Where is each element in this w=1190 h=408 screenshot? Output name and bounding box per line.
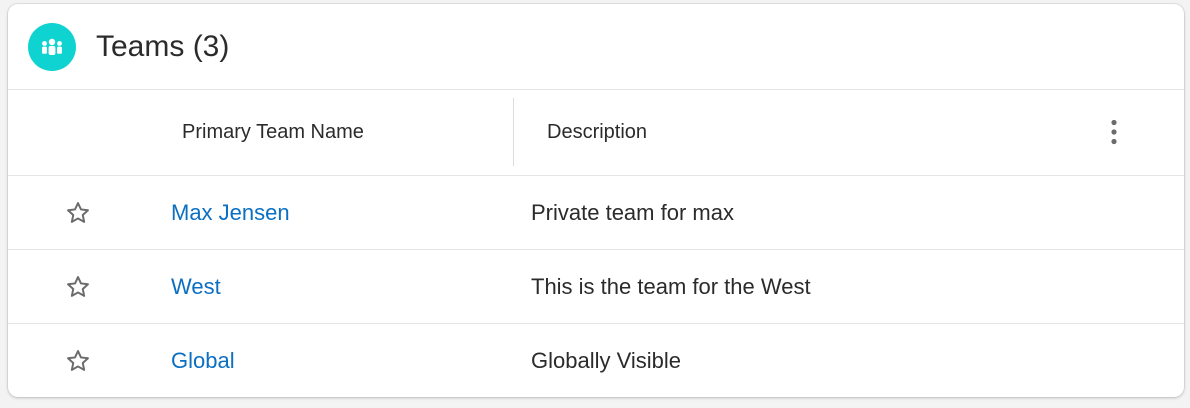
table-row: Global Globally Visible: [8, 324, 1184, 397]
team-description: Globally Visible: [531, 347, 682, 373]
column-header-primary-team-name[interactable]: Primary Team Name: [182, 90, 364, 175]
star-outline-icon[interactable]: [65, 200, 91, 226]
column-divider[interactable]: [513, 98, 514, 166]
team-link[interactable]: Max Jensen: [171, 176, 290, 249]
teams-card: Teams (3) Primary Team Name Description …: [8, 4, 1184, 397]
table-row: Max Jensen Private team for max: [8, 176, 1184, 250]
card-title[interactable]: Teams (3): [96, 29, 229, 65]
table-row: West This is the team for the West: [8, 250, 1184, 324]
team-link[interactable]: West: [171, 250, 221, 323]
team-description: This is the team for the West: [531, 273, 811, 299]
vertical-dots-icon[interactable]: [1100, 114, 1128, 150]
team-description: Private team for max: [531, 199, 734, 225]
star-outline-icon[interactable]: [65, 274, 91, 300]
star-outline-icon[interactable]: [65, 348, 91, 374]
column-header-description[interactable]: Description: [547, 90, 647, 175]
table-header-row: Primary Team Name Description: [8, 90, 1184, 176]
card-header: Teams (3): [8, 4, 1184, 90]
team-icon: [28, 23, 76, 71]
team-link[interactable]: Global: [171, 324, 235, 397]
